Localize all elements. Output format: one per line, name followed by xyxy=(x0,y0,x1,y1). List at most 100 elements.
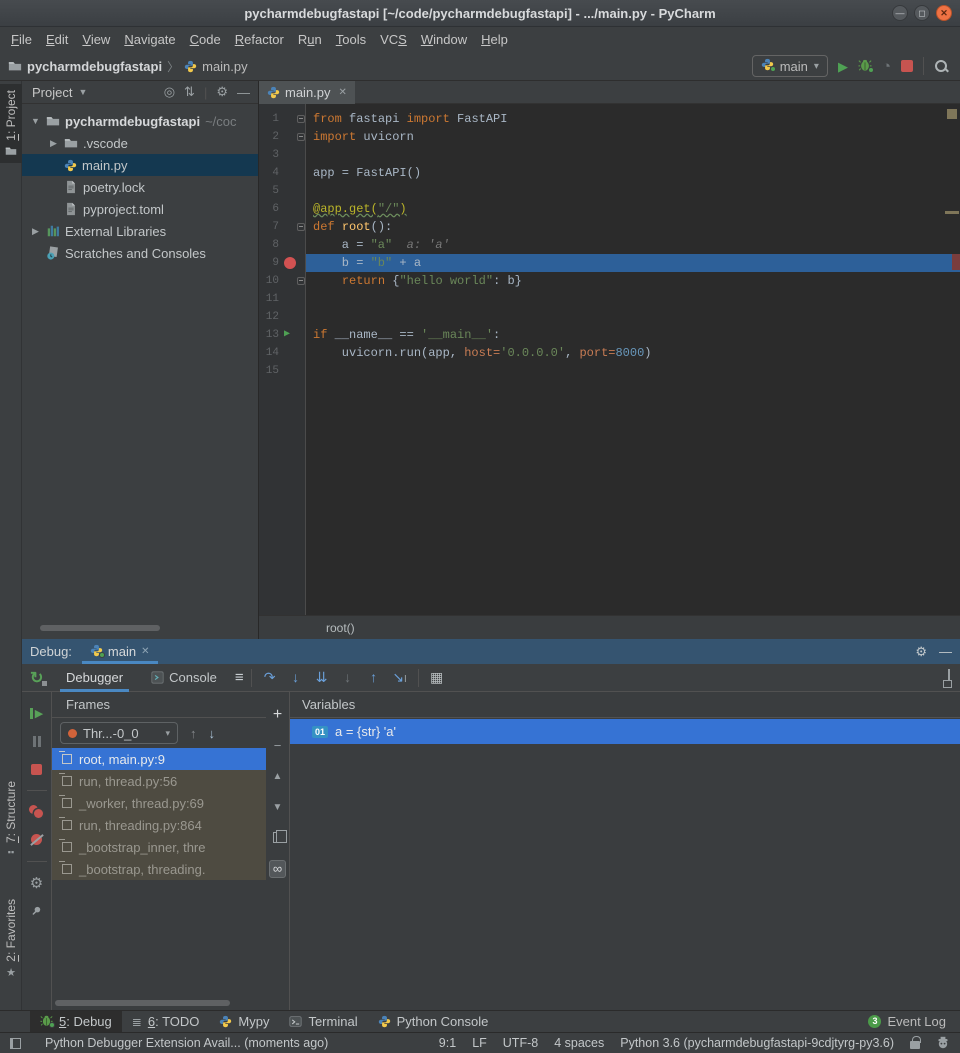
toolwindow-button-6-todo[interactable]: ≣6: TODO xyxy=(122,1011,210,1033)
add-watch-icon[interactable]: + xyxy=(273,708,282,722)
toolwindow-button-mypy[interactable]: Mypy xyxy=(209,1011,279,1033)
frame-row[interactable]: root, main.py:9 xyxy=(52,748,266,770)
code-line-8[interactable]: 8 a = "a" a: 'a' xyxy=(259,236,960,254)
status-caret-position[interactable]: 9:1 xyxy=(439,1036,456,1050)
gutter[interactable]: 11 xyxy=(259,290,306,308)
frame-row[interactable]: _worker, thread.py:69 xyxy=(52,792,266,814)
force-step-into-icon[interactable]: ⇊ xyxy=(312,669,332,686)
layout-menu-icon[interactable]: ≡ xyxy=(235,669,243,686)
gutter[interactable]: 15 xyxy=(259,362,306,380)
gutter[interactable]: 2 xyxy=(259,128,306,146)
run-config-selector[interactable]: main ▾ xyxy=(752,55,828,77)
toolwindow-button-python-console[interactable]: Python Console xyxy=(368,1011,499,1033)
move-up-icon[interactable]: ▲ xyxy=(273,770,283,784)
gutter[interactable]: 6 xyxy=(259,200,306,218)
code-line-3[interactable]: 3 xyxy=(259,146,960,164)
menu-item-file[interactable]: File xyxy=(4,29,39,50)
code-line-4[interactable]: 4app = FastAPI() xyxy=(259,164,960,182)
code-line-7[interactable]: 7def root(): xyxy=(259,218,960,236)
menu-item-help[interactable]: Help xyxy=(474,29,515,50)
variable-row[interactable]: 01a = {str} 'a' xyxy=(290,719,960,744)
tree-chevron-right-icon[interactable]: ▶ xyxy=(30,226,41,237)
lock-icon[interactable] xyxy=(910,1041,920,1049)
gutter[interactable]: 5 xyxy=(259,182,306,200)
stop-icon[interactable] xyxy=(31,764,42,775)
code-line-15[interactable]: 15 xyxy=(259,362,960,380)
menu-item-tools[interactable]: Tools xyxy=(329,29,373,50)
gutter[interactable]: 10 xyxy=(259,272,306,290)
collapse-all-icon[interactable]: ⇅ xyxy=(184,84,195,100)
tree-item-external-libraries[interactable]: ▶External Libraries xyxy=(22,220,258,242)
step-out-icon[interactable]: ↑ xyxy=(364,669,384,686)
tree-item-scratches-and-consoles[interactable]: Scratches and Consoles xyxy=(22,242,258,264)
resume-icon[interactable]: ▶ xyxy=(29,706,45,720)
code-line-13[interactable]: 13▶if __name__ == '__main__': xyxy=(259,326,960,344)
frame-row[interactable]: run, thread.py:56 xyxy=(52,770,266,792)
hide-panel-icon[interactable]: — xyxy=(237,85,250,100)
sidebar-item-project[interactable]: 1: Project xyxy=(0,84,22,163)
gutter[interactable]: 12 xyxy=(259,308,306,326)
menu-item-window[interactable]: Window xyxy=(414,29,474,50)
status-indent-style[interactable]: 4 spaces xyxy=(554,1036,604,1050)
fold-icon[interactable] xyxy=(297,115,305,123)
toggle-toolwindows-icon[interactable] xyxy=(10,1038,21,1049)
gutter[interactable]: 13▶ xyxy=(259,326,306,344)
breakpoint-stripe-mark[interactable] xyxy=(952,254,960,270)
gutter[interactable]: 1 xyxy=(259,110,306,128)
project-panel-title[interactable]: Project xyxy=(32,85,72,100)
locate-icon[interactable]: ◎ xyxy=(164,84,175,100)
move-down-icon[interactable]: ▼ xyxy=(273,801,283,815)
status-message[interactable]: Python Debugger Extension Avail... (mome… xyxy=(45,1036,423,1050)
thread-selector[interactable]: Thr...-0_0 ▾ xyxy=(60,722,178,744)
tab-debugger[interactable]: Debugger xyxy=(56,664,133,692)
breakpoint-icon[interactable] xyxy=(284,257,296,269)
menu-item-vcs[interactable]: VCS xyxy=(373,29,414,50)
status-line-separator[interactable]: LF xyxy=(472,1036,487,1050)
search-icon[interactable] xyxy=(934,59,948,73)
remove-watch-icon[interactable]: − xyxy=(274,739,282,753)
fold-icon[interactable] xyxy=(297,133,305,141)
stop-button[interactable] xyxy=(901,60,913,72)
code-line-1[interactable]: 1from fastapi import FastAPI xyxy=(259,110,960,128)
toolwindow-button-5-debug[interactable]: 5: Debug xyxy=(30,1011,122,1033)
breadcrumb-file[interactable]: main.py xyxy=(202,59,248,74)
gutter[interactable]: 4 xyxy=(259,164,306,182)
menu-item-code[interactable]: Code xyxy=(183,29,228,50)
tree-item-pycharmdebugfastapi[interactable]: ▼pycharmdebugfastapi ~/coc xyxy=(22,110,258,132)
fold-icon[interactable] xyxy=(297,277,305,285)
code-line-10[interactable]: 10 return {"hello world": b} xyxy=(259,272,960,290)
duplicate-watch-icon[interactable] xyxy=(273,832,282,843)
code-line-9[interactable]: 9 b = "b" + a xyxy=(259,254,960,272)
gutter[interactable]: 7 xyxy=(259,218,306,236)
rerun-icon[interactable]: ↻ xyxy=(30,668,48,688)
next-frame-icon[interactable]: ↓ xyxy=(209,726,216,741)
code-line-2[interactable]: 2import uvicorn xyxy=(259,128,960,146)
project-horizontal-scrollbar[interactable] xyxy=(40,625,160,631)
minimize-button[interactable]: — xyxy=(892,5,908,21)
code-line-12[interactable]: 12 xyxy=(259,308,960,326)
inspector-icon[interactable] xyxy=(936,1036,950,1050)
event-log-button[interactable]: 3Event Log xyxy=(868,1014,960,1029)
close-tab-icon[interactable]: ✕ xyxy=(339,87,347,98)
previous-frame-icon[interactable]: ↑ xyxy=(190,726,197,741)
tree-chevron-down-icon[interactable]: ▼ xyxy=(30,116,41,126)
frames-horizontal-scrollbar[interactable] xyxy=(55,1000,230,1006)
close-button[interactable]: ✕ xyxy=(936,5,952,21)
gear-icon[interactable]: ⚙ xyxy=(216,84,228,100)
close-session-icon[interactable]: ✕ xyxy=(141,646,149,657)
run-to-cursor-icon[interactable]: ↘I xyxy=(390,669,410,686)
menu-item-run[interactable]: Run xyxy=(291,29,329,50)
run-button[interactable]: ▶ xyxy=(838,60,848,73)
frame-row[interactable]: _bootstrap_inner, thre xyxy=(52,836,266,858)
hide-panel-icon[interactable]: — xyxy=(939,644,952,660)
menu-item-navigate[interactable]: Navigate xyxy=(117,29,182,50)
tree-item-poetry-lock[interactable]: poetry.lock xyxy=(22,176,258,198)
gear-icon[interactable]: ⚙ xyxy=(29,876,45,890)
breadcrumb-project[interactable]: pycharmdebugfastapi xyxy=(27,59,162,74)
restore-layout-icon[interactable] xyxy=(948,669,950,686)
menu-item-view[interactable]: View xyxy=(75,29,117,50)
status-encoding[interactable]: UTF-8 xyxy=(503,1036,538,1050)
pause-icon[interactable] xyxy=(29,734,45,748)
frame-row[interactable]: _bootstrap, threading. xyxy=(52,858,266,880)
inspection-status-square[interactable] xyxy=(947,109,957,119)
